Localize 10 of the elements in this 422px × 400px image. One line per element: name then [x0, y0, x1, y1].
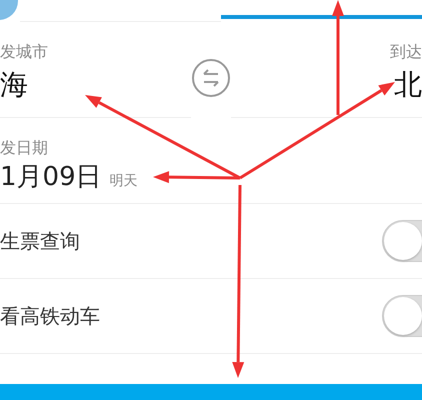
swap-icon[interactable]: [191, 58, 231, 98]
destination-label: 到达: [389, 42, 422, 62]
option-label: 看高铁动车: [0, 303, 100, 330]
origin-label: 发城市: [0, 42, 49, 62]
origin-city[interactable]: 海: [0, 66, 191, 104]
option-label: 生票查询: [0, 228, 80, 255]
departure-date[interactable]: 1月09日: [0, 160, 102, 194]
day-note: 明天: [110, 172, 138, 191]
date-label: 发日期: [0, 138, 49, 158]
destination-city[interactable]: 北: [231, 66, 422, 104]
